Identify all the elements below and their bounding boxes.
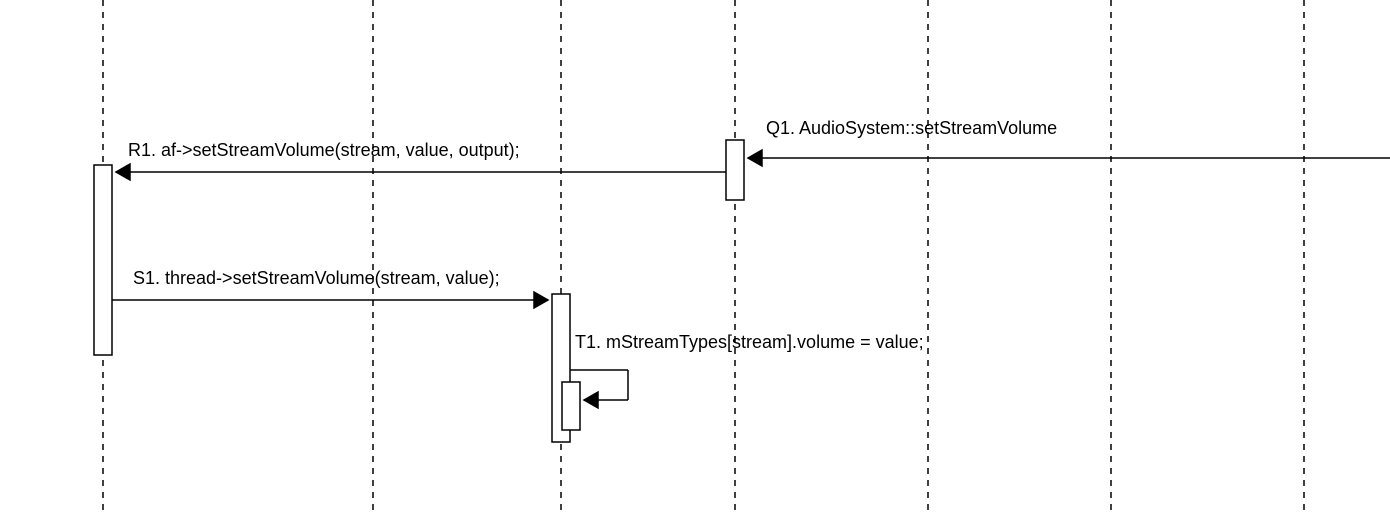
label-s1: S1. thread->setStreamVolume(stream, valu… [133,268,500,289]
activation-l3-inner [562,382,580,430]
lifelines [103,0,1304,516]
message-q1 [748,150,1390,166]
message-s1 [112,292,548,308]
message-r1 [116,164,726,180]
activation-l4 [726,140,744,200]
label-t1: T1. mStreamTypes[stream].volume = value; [575,332,924,353]
sequence-diagram [0,0,1390,516]
label-r1: R1. af->setStreamVolume(stream, value, o… [128,140,520,161]
label-q1: Q1. AudioSystem::setStreamVolume [766,118,1057,139]
activation-l1 [94,165,112,355]
